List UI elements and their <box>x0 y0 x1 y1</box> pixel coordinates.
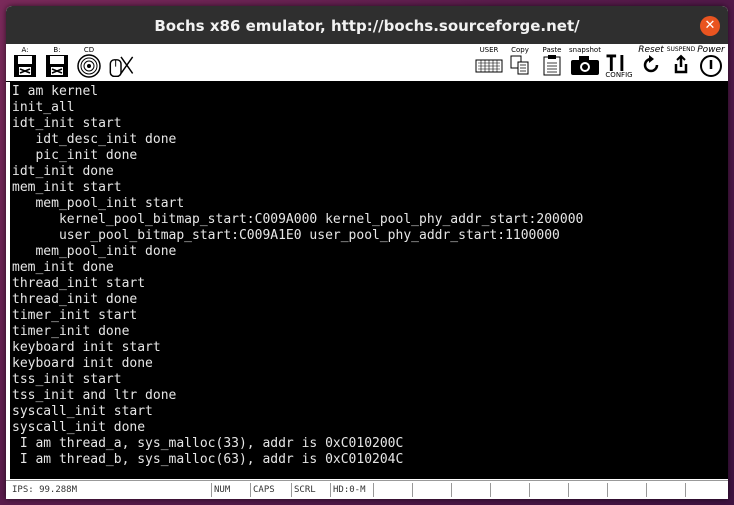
console-line: timer_init start <box>12 308 138 323</box>
scroll-lock-indicator: SCRL <box>291 483 329 497</box>
status-slot <box>412 483 450 497</box>
console-line: idt_init done <box>12 164 114 179</box>
camera-icon <box>571 56 599 75</box>
console-line: idt_desc_init done <box>12 132 177 147</box>
console-line: pic_init done <box>12 148 138 163</box>
snapshot-button[interactable]: snapshot <box>567 46 603 79</box>
status-slot <box>685 483 725 497</box>
power-icon <box>700 55 722 77</box>
close-button[interactable]: ✕ <box>700 16 720 36</box>
status-slot <box>529 483 567 497</box>
title-bar[interactable]: Bochs x86 emulator, http://bochs.sourcef… <box>6 6 728 44</box>
console-line: kernel_pool_bitmap_start:C009A000 kernel… <box>12 212 584 227</box>
console-line: keyboard init done <box>12 356 153 371</box>
config-button[interactable]: CONFIG <box>603 46 635 79</box>
paste-label: Paste <box>542 46 562 54</box>
floppy-icon <box>14 55 36 77</box>
console-line: I am thread_a, sys_malloc(33), addr is 0… <box>12 436 404 451</box>
console-line: thread_init done <box>12 292 138 307</box>
console-line: I am thread_b, sys_malloc(63), addr is 0… <box>12 452 404 467</box>
num-lock-indicator: NUM <box>211 483 249 497</box>
snapshot-label: snapshot <box>569 46 601 54</box>
cdrom-button[interactable]: CD <box>76 46 102 79</box>
status-slot <box>646 483 684 497</box>
status-slot <box>568 483 606 497</box>
console-line: mem_init done <box>12 260 114 275</box>
floppy-icon <box>46 55 68 77</box>
reset-label: Reset <box>638 45 664 55</box>
status-slot <box>607 483 645 497</box>
ips-indicator: IPS: 99.288M <box>12 485 78 495</box>
console-line: mem_pool_init start <box>12 196 185 211</box>
mouse-icon <box>109 56 134 77</box>
console-output: I am kernel init_all idt_init start idt_de… <box>12 84 583 468</box>
copy-button[interactable]: Copy <box>508 46 532 79</box>
status-slot <box>490 483 528 497</box>
suspend-button[interactable]: SUSPEND <box>666 46 696 79</box>
power-button[interactable]: Power <box>696 46 726 79</box>
console-line: tss_init start <box>12 372 122 387</box>
floppy-a-label: A: <box>21 46 29 54</box>
cdrom-label: CD <box>83 46 95 54</box>
window-title: Bochs x86 emulator, http://bochs.sourcef… <box>154 17 580 35</box>
user-label: USER <box>479 46 499 54</box>
power-label: Power <box>697 45 725 55</box>
console-line: tss_init and ltr done <box>12 388 177 403</box>
console-line: idt_init start <box>12 116 122 131</box>
console-line: timer_init done <box>12 324 130 339</box>
user-button[interactable]: USER <box>474 46 504 79</box>
console-line: syscall_init start <box>12 404 153 419</box>
bochs-window: Bochs x86 emulator, http://bochs.sourcef… <box>6 6 728 499</box>
suspend-icon <box>674 54 688 74</box>
console-line: init_all <box>12 100 75 115</box>
status-slot <box>451 483 489 497</box>
console-line: user_pool_bitmap_start:C009A1E0 user_poo… <box>12 228 560 243</box>
copy-icon <box>510 55 529 75</box>
config-icon <box>606 54 624 71</box>
reset-icon <box>643 55 659 73</box>
keyboard-icon <box>475 59 503 73</box>
console-line: thread_init start <box>12 276 146 291</box>
console-line: keyboard init start <box>12 340 161 355</box>
console-line: I am kernel <box>12 84 99 99</box>
caps-lock-indicator: CAPS <box>250 483 290 497</box>
status-slot <box>373 483 411 497</box>
floppy-a-button[interactable]: A: <box>12 46 38 79</box>
paste-icon <box>543 55 561 76</box>
mouse-capture-button[interactable] <box>106 46 136 79</box>
suspend-label: SUSPEND <box>666 46 696 53</box>
reset-button[interactable]: Reset <box>636 46 666 79</box>
console-line: mem_init start <box>12 180 122 195</box>
console-line: syscall_init done <box>12 420 146 435</box>
emulator-screen[interactable]: I am kernel init_all idt_init start idt_de… <box>10 82 728 479</box>
status-bar: IPS: 99.288M NUM CAPS SCRL HD:0-M <box>6 480 728 499</box>
floppy-b-button[interactable]: B: <box>44 46 70 79</box>
toolbar: A: B: CD USER Copy Paste snapshot CONFIG… <box>6 44 728 82</box>
console-line: mem_pool_init done <box>12 244 177 259</box>
paste-button[interactable]: Paste <box>539 46 565 79</box>
floppy-b-label: B: <box>53 46 61 54</box>
config-label: CONFIG <box>605 71 633 79</box>
cdrom-icon <box>77 54 101 78</box>
copy-label: Copy <box>511 46 529 54</box>
hd-indicator: HD:0-M <box>330 483 372 497</box>
